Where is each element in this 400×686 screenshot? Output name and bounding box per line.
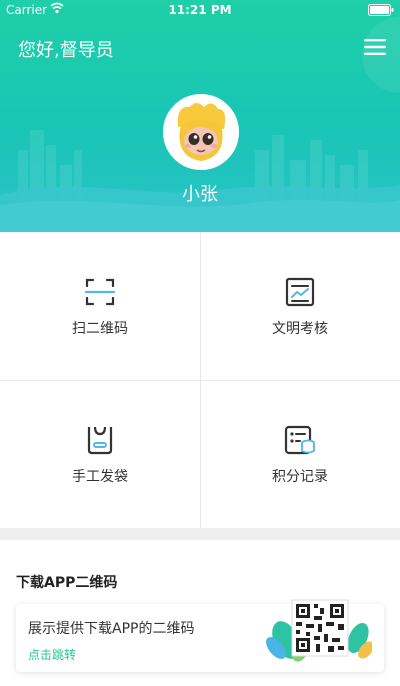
grid-item-manual-bag-distribution[interactable]: 手工发袋 xyxy=(0,380,200,528)
bag-icon xyxy=(87,426,113,455)
download-app-section: 下载APP二维码 展示提供下载APP的二维码 点击跳转 xyxy=(0,540,400,686)
function-grid: 扫二维码 文明考核 手工发袋 积分记录 xyxy=(0,232,400,528)
cartoon-mascot-avatar xyxy=(166,97,236,167)
grid-item-label: 扫二维码 xyxy=(72,321,128,337)
avatar[interactable] xyxy=(163,94,239,170)
hamburger-menu-icon[interactable] xyxy=(364,38,386,56)
download-qr-card[interactable]: 展示提供下载APP的二维码 点击跳转 xyxy=(16,599,384,672)
grid-item-civilization-assessment[interactable]: 文明考核 xyxy=(200,232,400,380)
grid-divider-horizontal xyxy=(0,380,400,381)
profile-header: Carrier 11:21 PM 您好,督导员 小张 xyxy=(0,0,400,232)
points-record-icon xyxy=(284,425,315,455)
grid-item-points-record[interactable]: 积分记录 xyxy=(200,380,400,528)
qr-code-illustration xyxy=(266,599,372,662)
battery-icon xyxy=(368,4,394,16)
grid-item-label: 文明考核 xyxy=(272,321,328,337)
card-description: 展示提供下载APP的二维码 xyxy=(28,621,195,637)
grid-item-label: 积分记录 xyxy=(272,469,328,485)
jump-link[interactable]: 点击跳转 xyxy=(28,646,76,663)
status-bar: Carrier 11:21 PM xyxy=(0,0,400,20)
grid-item-scan-qr[interactable]: 扫二维码 xyxy=(0,232,200,380)
grid-item-label: 手工发袋 xyxy=(72,469,128,485)
scan-icon xyxy=(84,278,116,306)
clock: 11:21 PM xyxy=(168,3,232,17)
section-title: 下载APP二维码 xyxy=(16,575,118,591)
chart-board-icon xyxy=(285,277,315,307)
greeting-title: 您好,督导员 xyxy=(18,40,114,61)
username: 小张 xyxy=(182,184,218,205)
